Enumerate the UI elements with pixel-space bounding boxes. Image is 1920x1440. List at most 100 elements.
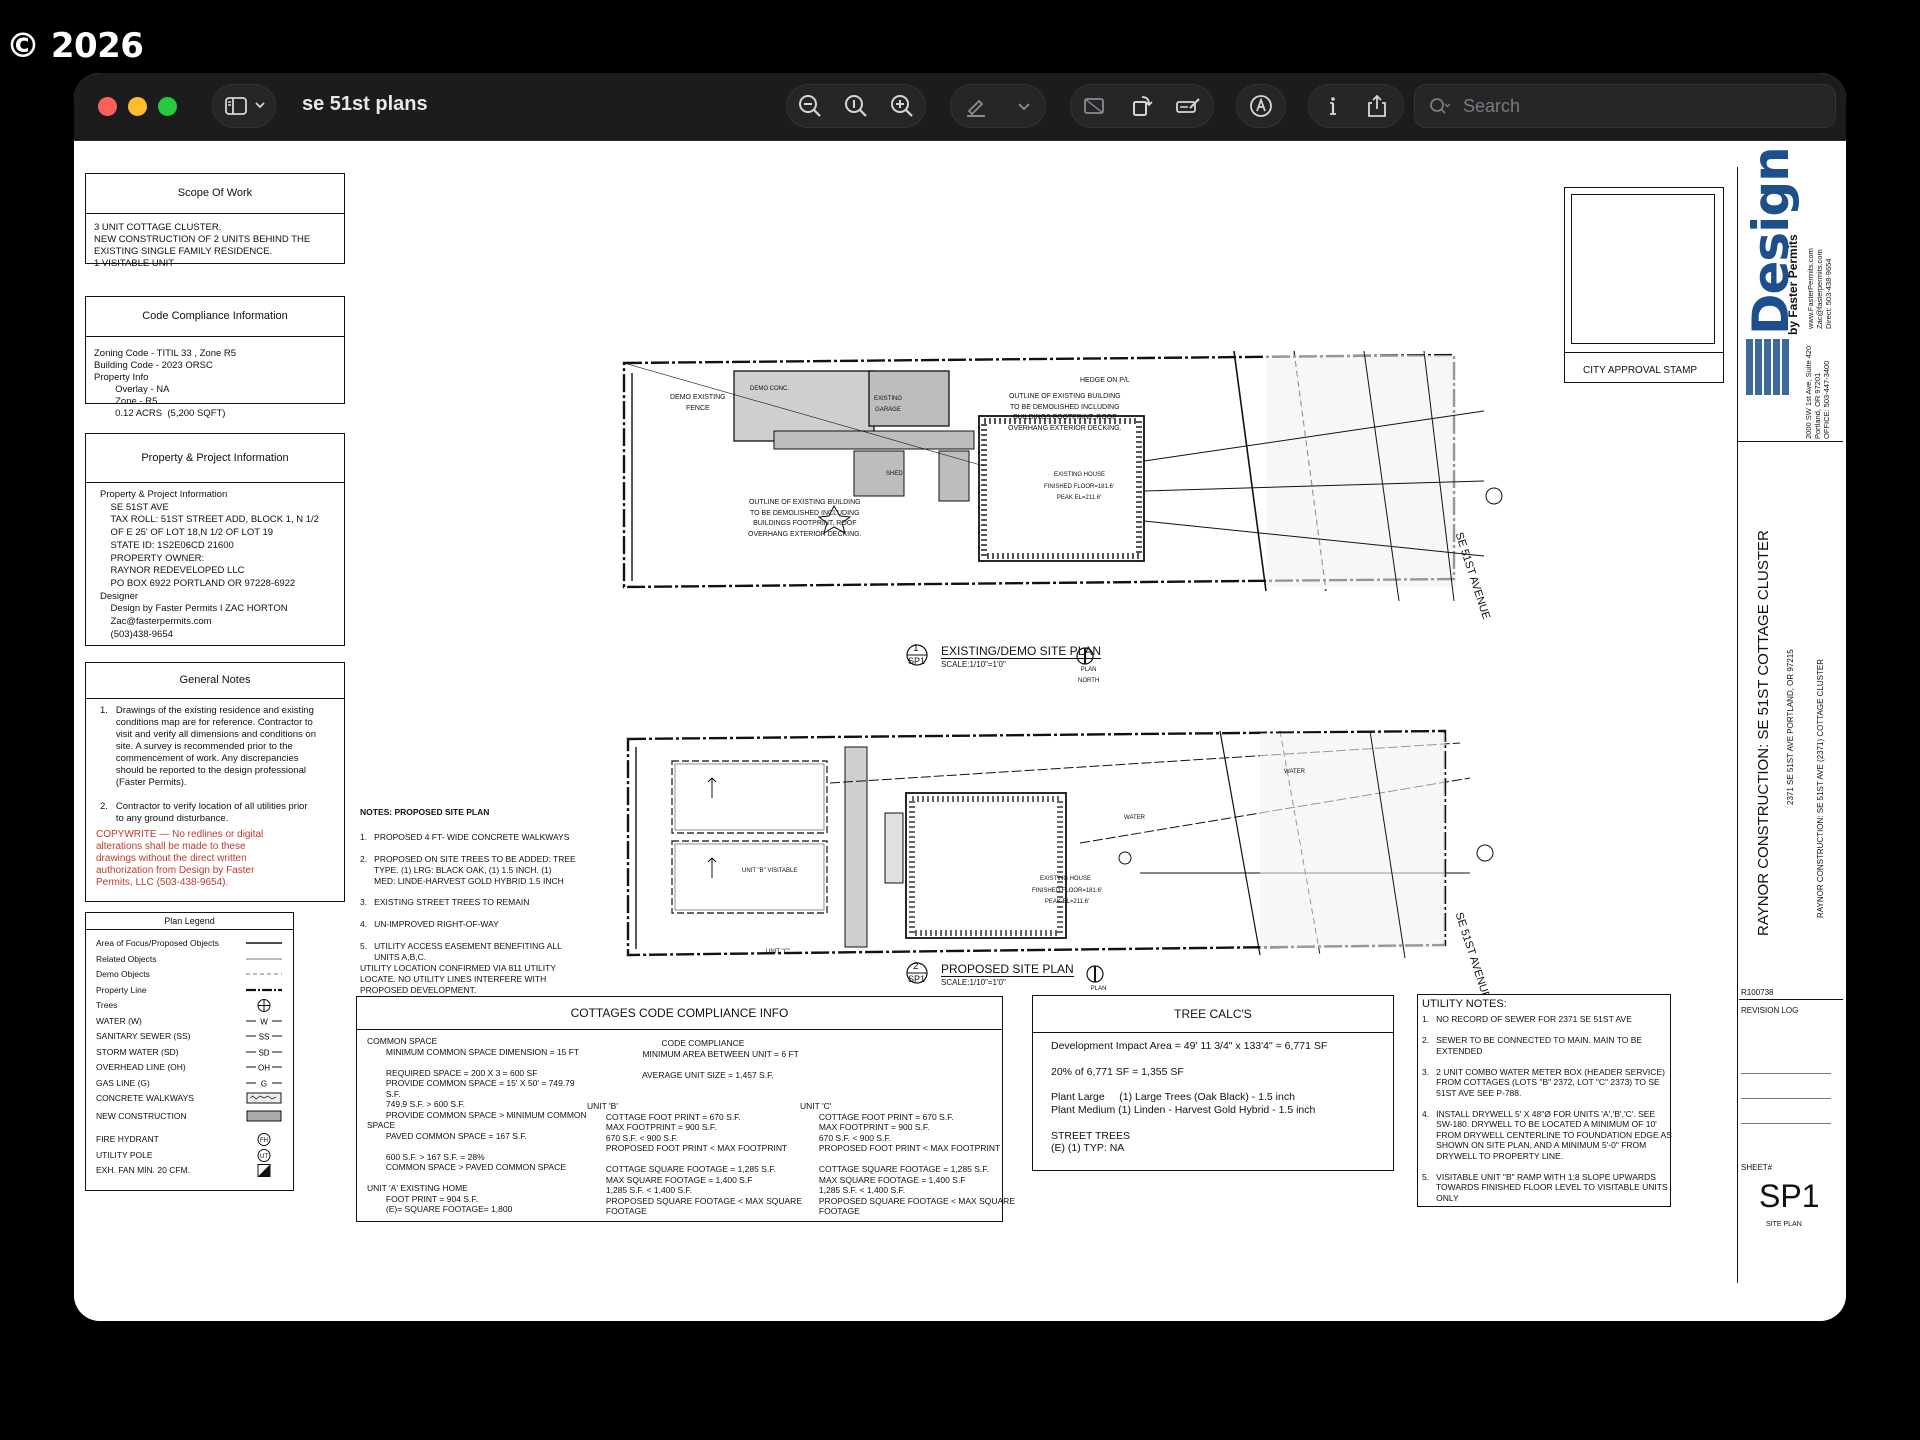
cottages-common-space: COMMON SPACE MINIMUM COMMON SPACE DIMENS… (367, 1036, 587, 1214)
proposed-site-plan-drawing (626, 729, 1494, 959)
legend-symbol (246, 1092, 282, 1105)
legend-item-label: UTILITY POLE (96, 1149, 153, 1160)
legend-item: UTILITY POLE UT (94, 1148, 284, 1163)
zoom-window-button[interactable] (158, 97, 177, 116)
plan-1-scale: SCALE:1/10"=1'0" (941, 660, 1006, 669)
legend-item: FIRE HYDRANT FH (94, 1133, 284, 1147)
sidebar-toggle-button[interactable] (212, 84, 276, 128)
zoom-in-icon[interactable] (888, 92, 916, 120)
revision-log-label: REVISION LOG (1741, 1006, 1799, 1015)
legend-item: NEW CONSTRUCTION (94, 1110, 284, 1124)
legend-item-label: FIRE HYDRANT (96, 1134, 159, 1144)
legend-item: STORM WATER (SD) SD (94, 1046, 284, 1060)
close-window-button[interactable] (98, 97, 117, 116)
tree-calcs-title: TREE CALC'S (1033, 996, 1393, 1033)
svg-text:G: G (261, 1079, 267, 1088)
crop-icon[interactable] (1080, 92, 1108, 120)
legend-item: CONCRETE WALKWAYS (94, 1092, 284, 1106)
legend-symbol: W (246, 1015, 282, 1028)
tree-calcs-box: TREE CALC'S Development Impact Area = 49… (1032, 995, 1394, 1171)
city-approval-stamp-box: CITY APPROVAL STAMP (1564, 187, 1724, 383)
zoom-out-icon[interactable] (796, 92, 824, 120)
cottages-compliance-title: COTTAGES CODE COMPLIANCE INFO (357, 997, 1002, 1030)
tree-calcs-text: Development Impact Area = 49' 11 3/4" x … (1051, 1040, 1328, 1155)
legend-symbol: UT (246, 1148, 282, 1162)
document-title: se 51st plans (302, 93, 428, 115)
legend-item: Trees (94, 999, 284, 1013)
sheet-number-label: SHEET# (1741, 1163, 1773, 1172)
markup-sign-icon[interactable] (1174, 92, 1202, 120)
search-icon (1429, 97, 1451, 117)
brand-grid-mark (1746, 339, 1790, 395)
plan-2-number: 2 (913, 961, 919, 972)
cottages-unit-b: UNIT 'B' COTTAGE FOOT PRINT = 670 S.F. M… (587, 1101, 802, 1216)
legend-item-label: Related Objects (96, 953, 157, 964)
title-bar: se 51st plans Search (74, 73, 1846, 141)
water-label-2: WATER (1124, 815, 1145, 821)
code-compliance-text: Zoning Code - TITIL 33 , Zone R5 Buildin… (94, 348, 237, 419)
highlight-pen-icon[interactable] (962, 92, 990, 120)
svg-text:FH: FH (260, 1138, 268, 1144)
north-arrow-icon (1086, 965, 1104, 983)
existing-house-floor-2: FINISHED FLOOR=181.6' PEAK EL=211.6' (1032, 888, 1103, 905)
revision-line (1741, 1123, 1831, 1124)
scope-of-work-text: 3 UNIT COTTAGE CLUSTER. NEW CONSTRUCTION… (94, 222, 311, 269)
existing-house-label-1: EXISTING HOUSE (1054, 472, 1106, 478)
brand-contact: www.FasterPermits.com Zac@fasterpermits.… (1806, 248, 1833, 329)
legend-item-label: WATER (W) (96, 1015, 142, 1026)
legend-symbol: OH (246, 1061, 282, 1074)
existing-house-label-2: EXISTING HOUSE (1040, 876, 1092, 882)
info-icon[interactable] (1319, 92, 1347, 120)
property-info-text: Property & Project Information SE 51ST A… (100, 489, 319, 640)
plan-1-north-label: PLAN NORTH (1078, 667, 1100, 684)
sidebar-icon (223, 93, 249, 119)
legend-item-label: OVERHEAD LINE (OH) (96, 1062, 186, 1072)
proposed-notes-text: 1. PROPOSED 4 FT- WIDE CONCRETE WALKWAYS… (360, 832, 576, 995)
legend-symbol (246, 1110, 282, 1123)
search-field[interactable]: Search (1414, 84, 1836, 128)
legend-symbol (246, 984, 282, 997)
existing-site-plan-drawing (622, 350, 1503, 602)
legend-item-label: CONCRETE WALKWAYS (96, 1093, 194, 1103)
revision-line (1741, 1073, 1831, 1074)
brand-address: 2000 SW 1st Ave, Suite 420 Portland, OR … (1804, 345, 1831, 439)
actual-size-icon[interactable] (842, 92, 870, 120)
chevron-down-icon[interactable] (1010, 92, 1038, 120)
demo-concrete-label: DEMO CONC. (750, 386, 789, 392)
legend-item-label: Property Line (96, 984, 147, 995)
legend-symbol: G (246, 1077, 282, 1090)
svg-text:SS: SS (259, 1033, 270, 1042)
proposed-notes-title: NOTES: PROPOSED SITE PLAN (360, 807, 490, 817)
plan-2-sheet-ref: SP1 (908, 974, 926, 984)
unit-b-label: UNIT "B" VISITABLE (742, 868, 798, 874)
demo-fence-label: DEMO EXISTING FENCE (670, 394, 726, 412)
demo-outline-note-2: OUTLINE OF EXISTING BUILDING TO BE DEMOL… (748, 499, 862, 538)
utility-notes-text: 1. NO RECORD OF SEWER FOR 2371 SE 51ST A… (1422, 1014, 1672, 1203)
legend-item-label: Demo Objects (96, 969, 150, 979)
share-icon[interactable] (1363, 92, 1391, 120)
search-placeholder: Search (1463, 96, 1521, 116)
title-block-border (1737, 167, 1738, 1283)
project-subtitle: RAYNOR CONSTRUCTION: SE 51ST AVE (2371) … (1816, 658, 1825, 918)
brand-logo: Design by Faster Permits (1742, 147, 1802, 397)
revision-code: R100738 (1741, 988, 1774, 997)
legend-item: WATER (W) W (94, 1015, 284, 1029)
sheet-number: SP1 (1759, 1178, 1820, 1214)
utility-notes-box: UTILITY NOTES: 1. NO RECORD OF SEWER FOR… (1417, 994, 1672, 1207)
legend-item-label: EXH. FAN MIN. 20 CFM. (96, 1165, 190, 1175)
legend-symbol: SD (246, 1046, 282, 1059)
plan-1-number: 1 (913, 643, 919, 654)
legend-symbol: SS (246, 1030, 282, 1043)
utility-notes-title: UTILITY NOTES: (1422, 998, 1507, 1010)
cottages-compliance-box: COTTAGES CODE COMPLIANCE INFO COMMON SPA… (356, 996, 1015, 1222)
legend-item-label: SANITARY SEWER (SS) (96, 1031, 191, 1041)
existing-garage-label: EXISTING GARAGE (874, 396, 903, 413)
legend-item-label: NEW CONSTRUCTION (96, 1110, 187, 1121)
markup-circle-icon[interactable] (1247, 92, 1275, 120)
minimize-window-button[interactable] (128, 97, 147, 116)
brand-by: by Faster Permits (1786, 234, 1800, 335)
rotate-icon[interactable] (1128, 92, 1156, 120)
legend-item: Related Objects (94, 953, 284, 967)
legend-item: GAS LINE (G) G (94, 1077, 284, 1091)
chevron-down-icon (253, 98, 267, 112)
